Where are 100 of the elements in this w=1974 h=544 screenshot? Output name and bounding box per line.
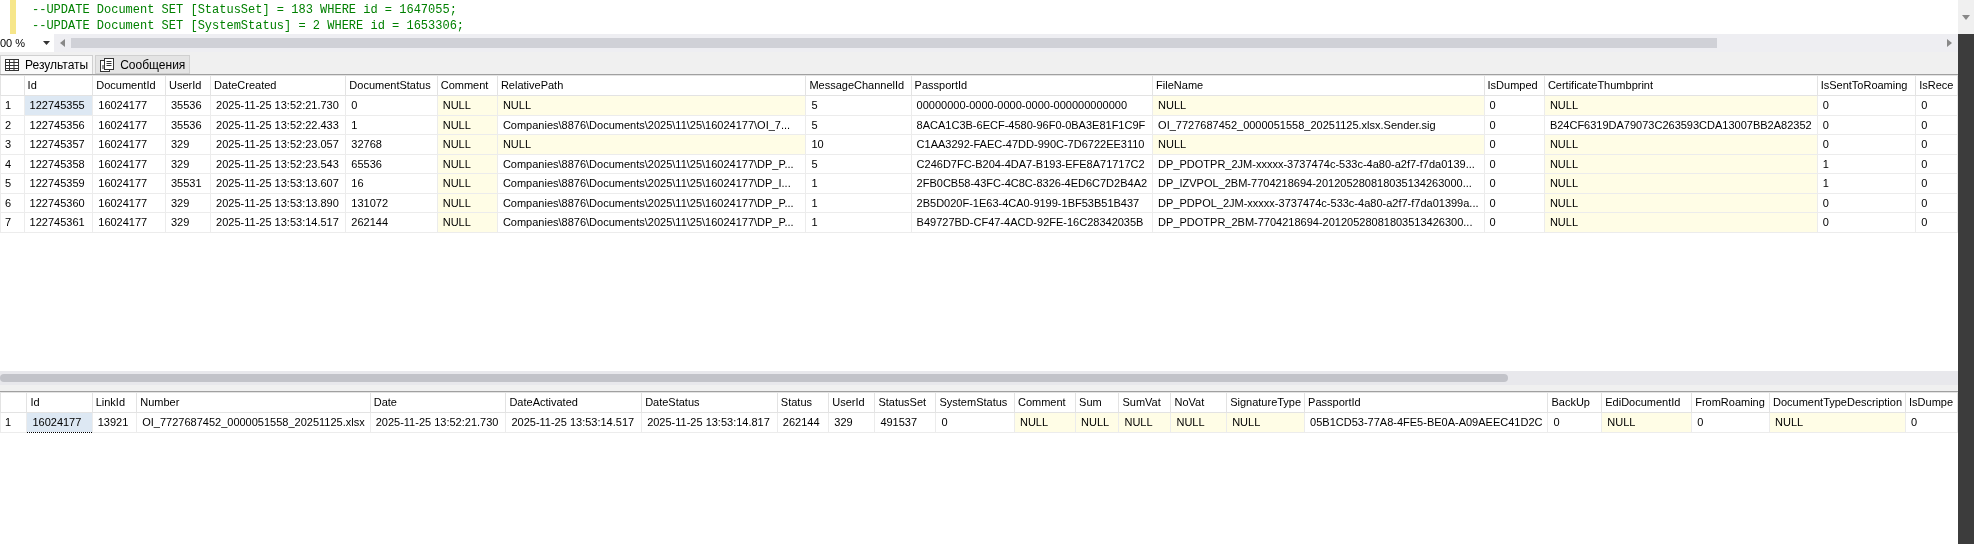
table-cell: 13921 xyxy=(92,412,137,432)
scroll-down-icon[interactable] xyxy=(1962,14,1970,20)
column-header[interactable]: DateStatus xyxy=(641,392,778,413)
row-number[interactable]: 1 xyxy=(0,95,25,115)
column-header[interactable]: Comment xyxy=(1014,392,1076,413)
table-cell: 491537 xyxy=(874,412,936,432)
change-marker xyxy=(10,0,16,34)
caret-icon xyxy=(43,41,50,45)
column-header[interactable]: MessageChannelId xyxy=(805,75,912,96)
results-tab[interactable]: Результаты xyxy=(0,55,94,74)
column-header[interactable]: SystemStatus xyxy=(935,392,1015,413)
table-cell: 5 xyxy=(805,95,912,115)
scroll-left-icon[interactable] xyxy=(60,39,65,47)
column-header[interactable]: Comment xyxy=(437,75,498,96)
code-line: --UPDATE Document SET [SystemStatus] = 2 WHERE id = 1653306; xyxy=(32,18,466,34)
table-cell: 16024177 xyxy=(92,193,166,213)
table-cell: 262144 xyxy=(345,212,438,232)
table-cell: 0 xyxy=(1484,115,1545,135)
table-cell: 32768 xyxy=(345,134,438,154)
scroll-right-icon[interactable] xyxy=(1947,39,1952,47)
column-header[interactable]: NoVat xyxy=(1171,392,1227,413)
column-header[interactable]: Id xyxy=(24,75,93,96)
column-header[interactable]: PassportId xyxy=(911,75,1153,96)
table-cell: 0 xyxy=(1484,95,1545,115)
column-header[interactable]: UserId xyxy=(165,75,211,96)
table-cell: 0 xyxy=(1817,193,1916,213)
table-cell: 2025-11-25 13:52:22.433 xyxy=(210,115,346,135)
column-header[interactable]: BackUp xyxy=(1547,392,1602,413)
table-cell: 35536 xyxy=(165,95,211,115)
table-cell: 05B1CD53-77A8-4FE5-BE0A-A09AEEC41D2C xyxy=(1304,412,1548,432)
column-header[interactable]: DocumentId xyxy=(92,75,166,96)
column-header[interactable]: SignatureType xyxy=(1226,392,1305,413)
column-header[interactable]: SumVat xyxy=(1118,392,1171,413)
table-cell: 1 xyxy=(805,212,912,232)
column-header[interactable]: RelativePath xyxy=(497,75,806,96)
column-header[interactable]: CertificateThumbprint xyxy=(1544,75,1818,96)
table-cell: 0 xyxy=(935,412,1015,432)
table-cell: 0 xyxy=(1817,212,1916,232)
table-cell: 0 xyxy=(1915,154,1958,174)
table-cell: DP_PDPOL_2JM-xxxxx-3737474c-533c-4a80-a2f7-f7da01399a... xyxy=(1152,193,1485,213)
column-header[interactable]: DocumentTypeDescription xyxy=(1769,392,1906,413)
table-cell: Companies\8876\Documents\2025\11\25\16024177\DP_P... xyxy=(497,212,806,232)
table-cell: 0 xyxy=(345,95,438,115)
table-cell: 0 xyxy=(1817,134,1916,154)
table-cell: Companies\8876\Documents\2025\11\25\16024177\DP_P... xyxy=(497,154,806,174)
table-cell: 329 xyxy=(165,154,211,174)
column-header[interactable]: LinkId xyxy=(92,392,137,413)
column-header[interactable]: DocumentStatus xyxy=(345,75,438,96)
table-cell: 262144 xyxy=(777,412,829,432)
table-cell: 2B5D020F-1E63-4CA0-9199-1BF53B51B437 xyxy=(911,193,1153,213)
table-cell: 16024177 xyxy=(92,95,166,115)
table-cell: 16024177 xyxy=(92,173,166,193)
table-cell: 2025-11-25 13:53:14.517 xyxy=(505,412,642,432)
table-cell: 1 xyxy=(805,193,912,213)
table-cell: DP_PDOTPR_2JM-xxxxx-3737474c-533c-4a80-a2f7-f7da0139... xyxy=(1152,154,1485,174)
table-cell: 1 xyxy=(1817,154,1916,174)
column-header[interactable]: FileName xyxy=(1152,75,1485,96)
column-header[interactable]: IsSentToRoaming xyxy=(1817,75,1916,96)
column-header[interactable]: Status xyxy=(777,392,829,413)
results-tab[interactable]: Сообщения xyxy=(95,55,191,74)
table-cell: 16024177 xyxy=(92,134,166,154)
table-cell: B24CF6319DA79073C263593CDA13007BB2A82352 xyxy=(1544,115,1818,135)
column-header[interactable]: EdiDocumentId xyxy=(1601,392,1692,413)
column-header[interactable]: Date xyxy=(370,392,506,413)
column-header[interactable]: FromRoaming xyxy=(1691,392,1770,413)
row-number[interactable]: 5 xyxy=(0,173,25,193)
table-cell: 35536 xyxy=(165,115,211,135)
table-cell: 2025-11-25 13:53:14.817 xyxy=(641,412,778,432)
table-cell: 16024177 xyxy=(92,115,166,135)
table-cell: 2FB0CB58-43FC-4C8C-8326-4ED6C7D2B4A2 xyxy=(911,173,1153,193)
document-icon xyxy=(100,57,115,72)
column-header[interactable]: UserId xyxy=(828,392,875,413)
row-number[interactable]: 6 xyxy=(0,193,25,213)
table-cell: 0 xyxy=(1915,173,1958,193)
column-header[interactable]: IsDumpe xyxy=(1905,392,1958,413)
row-number[interactable]: 4 xyxy=(0,154,25,174)
column-header[interactable]: PassportId xyxy=(1304,392,1548,413)
column-header[interactable]: Sum xyxy=(1075,392,1119,413)
table-cell: 0 xyxy=(1484,173,1545,193)
table-cell: 122745358 xyxy=(24,154,93,174)
column-header[interactable]: IsDumped xyxy=(1484,75,1545,96)
table-cell: 2025-11-25 13:53:14.517 xyxy=(210,212,346,232)
column-header[interactable]: Number xyxy=(136,392,371,413)
row-number[interactable]: 1 xyxy=(0,412,27,432)
column-header[interactable]: DateCreated xyxy=(210,75,346,96)
column-header[interactable]: DateActivated xyxy=(505,392,642,413)
row-number[interactable]: 2 xyxy=(0,115,25,135)
table-cell: 329 xyxy=(165,134,211,154)
table-cell: 16024177 xyxy=(92,212,166,232)
table-cell: Companies\8876\Documents\2025\11\25\16024177\DP_P... xyxy=(497,193,806,213)
row-number[interactable]: 7 xyxy=(0,212,25,232)
table-cell: C1AA3292-FAEC-47DD-990C-7D6722EE3110 xyxy=(911,134,1153,154)
zoom-dropdown[interactable]: 00 % xyxy=(0,34,54,52)
column-header[interactable]: StatusSet xyxy=(874,392,936,413)
column-header[interactable]: IsRece xyxy=(1915,75,1958,96)
table-cell: 0 xyxy=(1484,212,1545,232)
column-header[interactable]: Id xyxy=(26,392,93,413)
grid-icon xyxy=(5,59,19,71)
table-cell: 0 xyxy=(1817,95,1916,115)
row-number[interactable]: 3 xyxy=(0,134,25,154)
